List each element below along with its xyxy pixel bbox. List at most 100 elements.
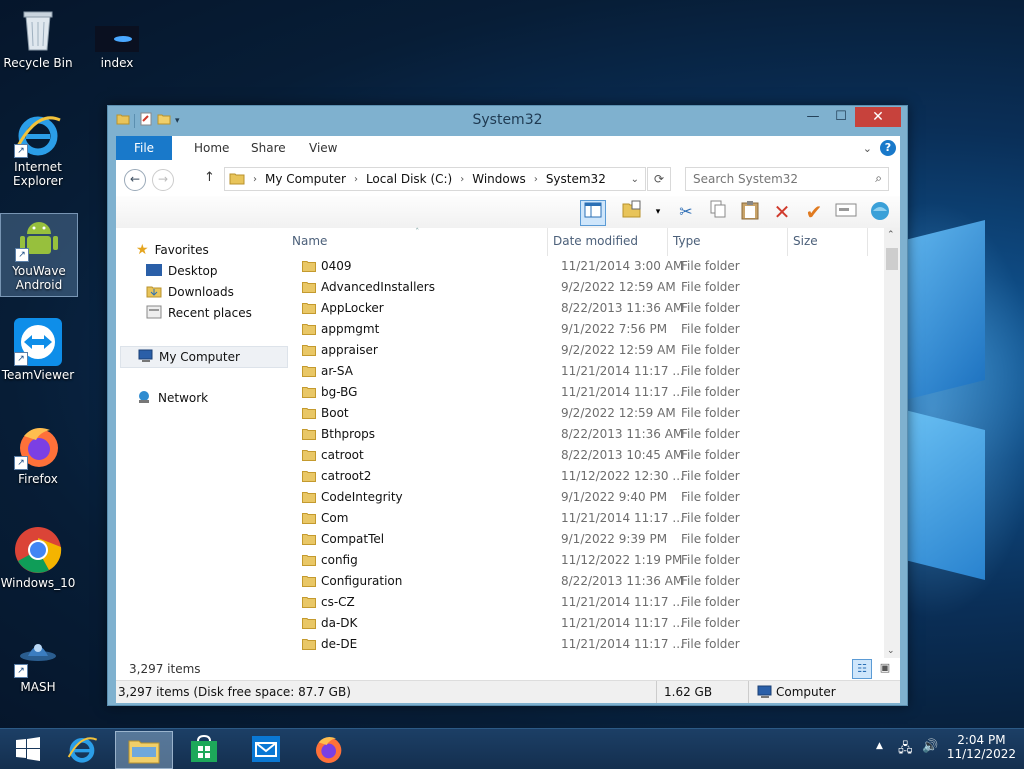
nav-my-computer[interactable]: My Computer: [120, 346, 288, 368]
details-view-button[interactable]: ☷: [852, 659, 872, 679]
volume-icon[interactable]: 🔊: [922, 739, 938, 754]
desktop-icon-firefox[interactable]: ↗ Firefox: [0, 422, 76, 486]
globe-icon[interactable]: [868, 200, 892, 224]
breadcrumb-separator-icon[interactable]: ›: [354, 174, 358, 185]
table-row[interactable]: CodeIntegrity 9/1/2022 9:40 PM File folder: [284, 487, 874, 508]
breadcrumb-my-computer[interactable]: My Computer: [265, 172, 346, 186]
network-status-icon[interactable]: 🖧: [898, 739, 913, 761]
taskbar-mail[interactable]: [238, 731, 294, 767]
column-divider[interactable]: [787, 228, 788, 256]
breadcrumb-local-disk[interactable]: Local Disk (C:): [366, 172, 452, 186]
table-row[interactable]: appraiser 9/2/2022 12:59 AM File folder: [284, 340, 874, 361]
taskbar-store[interactable]: [176, 731, 232, 767]
nav-downloads[interactable]: Downloads: [146, 282, 234, 302]
cut-icon[interactable]: ✂: [674, 200, 698, 224]
column-header-name[interactable]: Name: [292, 234, 327, 256]
desktop-icon-youwave-android[interactable]: ↗ YouWave Android: [0, 213, 78, 297]
table-row[interactable]: Com 11/21/2014 11:17 ... File folder: [284, 508, 874, 529]
delete-icon[interactable]: ✕: [770, 200, 794, 224]
back-button[interactable]: ←: [124, 169, 146, 191]
taskbar-file-explorer[interactable]: [115, 731, 173, 769]
start-button[interactable]: [0, 731, 56, 767]
table-row[interactable]: de-DE 11/21/2014 11:17 ... File folder: [284, 634, 874, 655]
address-dropdown-icon[interactable]: ⌄: [631, 174, 639, 185]
desktop-icon-recycle-bin[interactable]: Recycle Bin: [0, 6, 76, 70]
nav-label: Network: [158, 391, 209, 405]
up-arrow-icon[interactable]: ↑: [204, 170, 215, 185]
column-header-date-modified[interactable]: Date modified: [553, 234, 638, 256]
title-bar[interactable]: ▾ System32 — ☐ ✕: [108, 106, 907, 134]
column-divider[interactable]: [867, 228, 868, 256]
nav-network[interactable]: Network: [136, 388, 208, 408]
tab-share[interactable]: Share: [251, 136, 286, 160]
clock[interactable]: 2:04 PM 11/12/2022: [947, 733, 1016, 761]
scrollbar-thumb[interactable]: [886, 248, 898, 270]
desktop-icon-internet-explorer[interactable]: ↗ Internet Explorer: [0, 110, 76, 188]
address-bar[interactable]: › My Computer › Local Disk (C:) › Window…: [224, 167, 646, 191]
nav-recent-places[interactable]: Recent places: [146, 303, 252, 323]
table-row[interactable]: catroot2 11/12/2022 12:30 ... File folder: [284, 466, 874, 487]
desktop-icon-teamviewer[interactable]: ↗ TeamViewer: [0, 318, 76, 382]
scroll-down-icon[interactable]: ⌄: [887, 646, 895, 656]
column-header-size[interactable]: Size: [793, 234, 818, 256]
taskbar-internet-explorer[interactable]: [54, 731, 110, 767]
rename-icon[interactable]: [834, 200, 858, 224]
nav-desktop[interactable]: Desktop: [146, 261, 218, 281]
table-row[interactable]: Boot 9/2/2022 12:59 AM File folder: [284, 403, 874, 424]
desktop-icon-mash[interactable]: ↗ MASH: [0, 630, 76, 694]
file-list[interactable]: ˆ Name Date modified Type Size 0409 11/21…: [284, 228, 884, 658]
scroll-up-icon[interactable]: ⌃: [887, 230, 895, 240]
table-row[interactable]: CompatTel 9/1/2022 9:39 PM File folder: [284, 529, 874, 550]
breadcrumb-windows[interactable]: Windows: [472, 172, 526, 186]
command-toolbar: ▾ ✂ ✕ ✔: [116, 196, 900, 228]
breadcrumb-separator-icon[interactable]: ›: [460, 174, 464, 185]
tab-home[interactable]: Home: [194, 136, 229, 160]
taskbar-firefox[interactable]: [300, 731, 356, 767]
paste-icon[interactable]: [738, 200, 762, 224]
copy-icon[interactable]: [706, 200, 730, 224]
table-row[interactable]: catroot 8/22/2013 10:45 AM File folder: [284, 445, 874, 466]
column-header-type[interactable]: Type: [673, 234, 701, 256]
table-row[interactable]: da-DK 11/21/2014 11:17 ... File folder: [284, 613, 874, 634]
desktop-icon-windows-10[interactable]: Windows_10: [0, 526, 76, 590]
table-row[interactable]: AdvancedInstallers 9/2/2022 12:59 AM File …: [284, 277, 874, 298]
breadcrumb-separator-icon[interactable]: ›: [253, 174, 257, 185]
table-row[interactable]: bg-BG 11/21/2014 11:17 ... File folder: [284, 382, 874, 403]
table-row[interactable]: appmgmt 9/1/2022 7:56 PM File folder: [284, 319, 874, 340]
column-divider[interactable]: [547, 228, 548, 256]
show-hidden-icons-button[interactable]: ▲: [876, 741, 883, 751]
tab-file[interactable]: File: [116, 136, 172, 160]
preview-pane-button[interactable]: [580, 200, 606, 226]
vertical-scrollbar[interactable]: ⌃ ⌄: [884, 228, 900, 658]
expand-ribbon-icon[interactable]: ⌄: [863, 142, 872, 155]
search-input[interactable]: [686, 168, 865, 190]
maximize-button[interactable]: ☐: [827, 107, 855, 127]
nav-favorites[interactable]: ★ Favorites: [136, 240, 209, 260]
large-icons-view-button[interactable]: ▣: [876, 659, 894, 677]
search-icon[interactable]: ⌕: [875, 171, 882, 186]
search-box[interactable]: ⌕: [685, 167, 889, 191]
refresh-button[interactable]: ⟳: [647, 167, 671, 191]
table-row[interactable]: config 11/12/2022 1:19 PM File folder: [284, 550, 874, 571]
column-divider[interactable]: [667, 228, 668, 256]
minimize-button[interactable]: —: [799, 107, 827, 127]
table-row[interactable]: AppLocker 8/22/2013 11:36 AM File folder: [284, 298, 874, 319]
table-row[interactable]: cs-CZ 11/21/2014 11:17 ... File folder: [284, 592, 874, 613]
table-row[interactable]: Bthprops 8/22/2013 11:36 AM File folder: [284, 424, 874, 445]
table-row[interactable]: ar-SA 11/21/2014 11:17 ... File folder: [284, 361, 874, 382]
breadcrumb-system32[interactable]: System32: [546, 172, 606, 186]
desktop-icon-index[interactable]: index: [79, 6, 155, 70]
navigation-pane[interactable]: ★ Favorites Desktop Downloads Recent pla…: [116, 228, 288, 658]
network-icon: [136, 390, 152, 407]
table-row[interactable]: Configuration 8/22/2013 11:36 AM File fold…: [284, 571, 874, 592]
chevron-down-icon[interactable]: ▾: [646, 200, 670, 224]
forward-button[interactable]: →: [152, 169, 174, 191]
folder-options-icon[interactable]: [620, 200, 644, 224]
table-row[interactable]: 0409 11/21/2014 3:00 AM File folder: [284, 256, 874, 277]
close-button[interactable]: ✕: [855, 107, 901, 127]
tab-view[interactable]: View: [309, 136, 337, 160]
checkmark-icon[interactable]: ✔: [802, 200, 826, 224]
breadcrumb-separator-icon[interactable]: ›: [534, 174, 538, 185]
explorer-window[interactable]: ▾ System32 — ☐ ✕ File Home Share View ⌄ …: [107, 105, 908, 706]
help-icon[interactable]: ?: [880, 140, 896, 156]
